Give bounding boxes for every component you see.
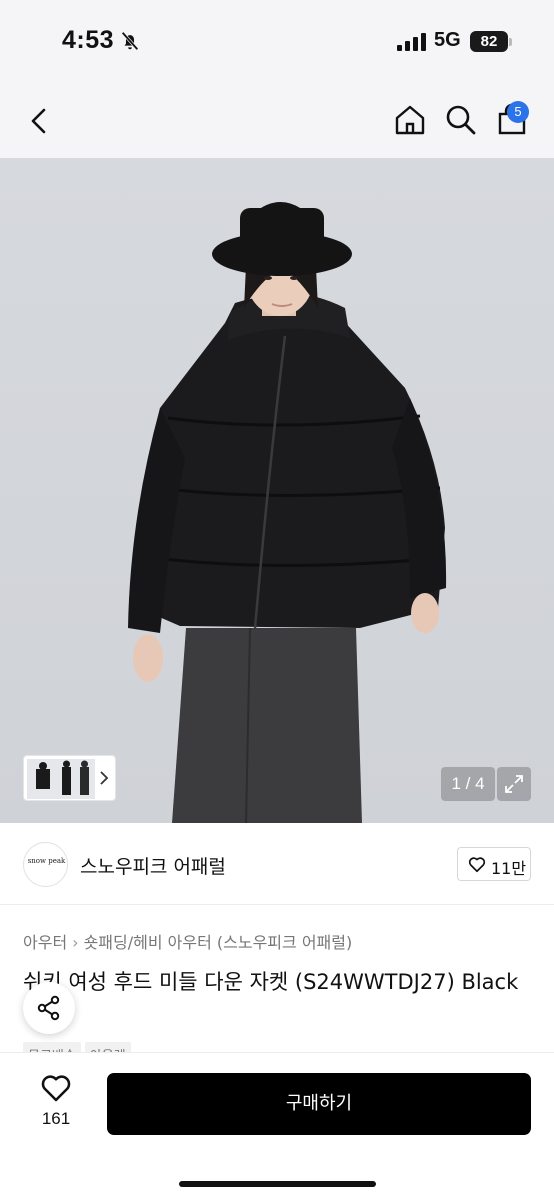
share-icon — [37, 995, 60, 1021]
status-time: 4:53 — [62, 26, 115, 54]
brand-name[interactable]: 스노우피크 어패럴 — [80, 852, 226, 879]
product-photo — [128, 202, 447, 823]
battery-level: 82 — [470, 31, 508, 52]
expand-button[interactable] — [497, 767, 531, 801]
cart-badge: 5 — [507, 101, 529, 123]
expand-icon — [505, 775, 523, 793]
brand-row[interactable]: snow peak 스노우피크 어패럴 11만 — [0, 823, 554, 905]
home-indicator — [179, 1181, 376, 1187]
bell-off-icon — [121, 31, 139, 51]
brand-logo-text: snow peak — [27, 857, 66, 865]
back-icon[interactable] — [26, 106, 54, 136]
signal-icon — [397, 33, 426, 51]
brand-like-button[interactable]: 11만 — [457, 847, 531, 881]
status-bar: 4:53 5G 82 — [0, 0, 554, 84]
breadcrumb-item[interactable]: 숏패딩/헤비 아우터 (스노우피크 어패럴) — [84, 933, 353, 952]
brand-logo[interactable]: snow peak — [23, 842, 68, 887]
wish-count: 161 — [41, 1109, 71, 1128]
thumbnail-image[interactable] — [27, 759, 95, 799]
search-icon[interactable] — [443, 102, 479, 138]
breadcrumb-item[interactable]: 아우터 — [23, 933, 67, 952]
wish-button[interactable]: 161 — [30, 1073, 82, 1137]
nav-bar — [0, 84, 554, 158]
bottom-action-bar: 161 구매하기 — [0, 1053, 554, 1200]
thumbnail-figures — [27, 759, 95, 799]
home-icon[interactable] — [392, 102, 428, 138]
battery-tip — [509, 38, 512, 46]
brand-like-count: 11만 — [491, 859, 527, 878]
thumbnail-strip[interactable] — [23, 755, 116, 801]
product-image-gallery[interactable]: 1 / 4 — [0, 158, 554, 823]
heart-icon — [41, 1075, 71, 1102]
breadcrumb: 아우터 › 숏패딩/헤비 아우터 (스노우피크 어패럴) — [23, 929, 352, 953]
product-title: 쉬키 여성 후드 미들 다운 자켓 (S24WWTDJ27) Black — [23, 970, 519, 994]
network-type: 5G — [434, 29, 461, 51]
share-button[interactable] — [23, 982, 75, 1034]
heart-icon — [468, 857, 486, 873]
chevron-right-icon — [100, 771, 109, 785]
chevron-right-icon: › — [72, 933, 79, 952]
image-page-counter: 1 / 4 — [441, 767, 495, 801]
buy-button[interactable]: 구매하기 — [107, 1073, 531, 1135]
